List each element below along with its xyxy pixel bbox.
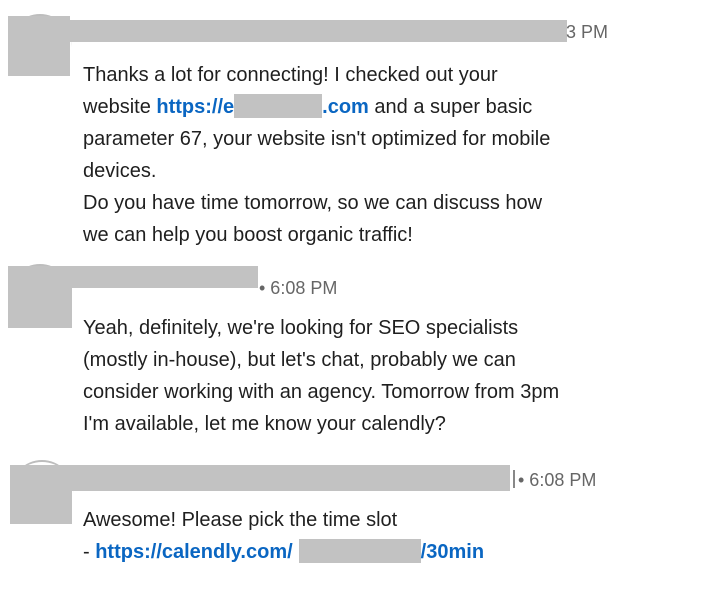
message-line: devices.: [83, 160, 157, 182]
message-line: I'm available, let me know your calendly…: [83, 413, 446, 435]
message-line: Thanks a lot for connecting! I checked o…: [83, 64, 498, 86]
calendly-link[interactable]: https://calendly.com/ /30min: [95, 539, 485, 563]
link-redacted: [298, 539, 421, 563]
link-text: /30min: [420, 541, 485, 563]
message-body: Yeah, definitely, we're looking for SEO …: [83, 312, 703, 440]
link-text: https://calendly.com/: [95, 541, 293, 563]
message-timestamp-wrap: • 6:08 PM: [513, 469, 596, 491]
sender-name-redacted: [70, 20, 567, 42]
divider: [513, 470, 515, 488]
link-text: https://e: [156, 96, 235, 118]
website-link[interactable]: https://e .com: [156, 94, 369, 118]
sender-avatar-redacted: [10, 490, 72, 524]
message-line: we can help you boost organic traffic!: [83, 224, 413, 246]
message-timestamp: 3 PM: [566, 22, 609, 42]
sender-avatar-redacted: [8, 266, 72, 328]
message-line-with-link: - https://calendly.com/ /30min: [83, 536, 703, 568]
text: -: [83, 541, 96, 563]
message-timestamp: • 6:08 PM: [259, 278, 338, 298]
message-line: Yeah, definitely, we're looking for SEO …: [83, 317, 519, 339]
sender-name-redacted: [70, 266, 258, 288]
message-line-with-link: website https://e .com and a super basic: [83, 91, 703, 123]
sender-name-redacted: [10, 465, 510, 491]
sender-avatar-redacted: [8, 16, 70, 76]
message-line: Awesome! Please pick the time slot: [83, 509, 398, 531]
message-body: Thanks a lot for connecting! I checked o…: [83, 59, 703, 251]
text: website: [83, 96, 157, 118]
message-timestamp: • 6:08 PM: [518, 470, 597, 490]
message-line: parameter 67, your website isn't optimiz…: [83, 128, 551, 150]
message-line: (mostly in-house), but let's chat, proba…: [83, 349, 516, 371]
message-line: consider working with an agency. Tomorro…: [83, 381, 560, 403]
message-body: Awesome! Please pick the time slot - htt…: [83, 504, 703, 568]
link-redacted: [234, 94, 323, 118]
text: and a super basic: [368, 96, 533, 118]
link-text: .com: [322, 96, 369, 118]
message-line: Do you have time tomorrow, so we can dis…: [83, 192, 543, 214]
